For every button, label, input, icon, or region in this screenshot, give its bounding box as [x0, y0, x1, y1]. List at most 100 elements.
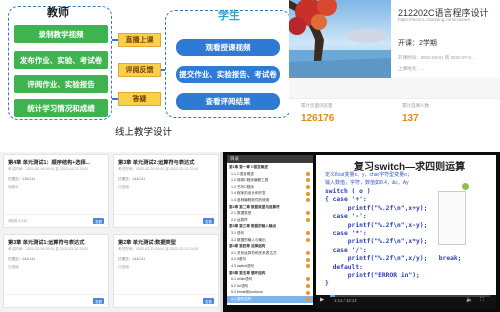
- task-dot-icon: [306, 178, 310, 183]
- view-button[interactable]: 查看: [93, 298, 104, 304]
- code-line: printf("%.2f\n",x/y); break;: [325, 255, 462, 263]
- exam-submitted: 已提交：144/141: [118, 257, 146, 261]
- stat-label-pageviews: 累计页面浏览量: [301, 103, 333, 108]
- exam-card[interactable]: 第4章 单元测试1：顺序结构+选择... 考试时间：2022-05-28 09:…: [3, 154, 109, 228]
- connector: [112, 98, 118, 100]
- task-dot-icon: [306, 191, 310, 196]
- toc-item[interactable]: 4.2 if语句: [227, 256, 313, 263]
- toc-item[interactable]: 5.3 break和continue: [227, 289, 313, 296]
- toc-item[interactable]: 3.2 数据的输入与输出: [227, 237, 313, 244]
- student-title: 学生: [218, 10, 240, 22]
- course-location: 上课地点：...: [398, 66, 425, 71]
- volume-icon[interactable]: 🔈: [466, 297, 473, 303]
- toc-item[interactable]: 第1章 第一章 C语言概述: [227, 164, 313, 171]
- slide-subtitle: 定义float变量x、y，char字符型变量o；: [325, 172, 412, 178]
- task-dot-icon: [306, 250, 310, 255]
- teacher-item-publish: 发布作业、实验、考试卷: [14, 51, 108, 69]
- task-dot-icon: [306, 297, 310, 302]
- toc-title: 目录: [227, 155, 313, 163]
- student-item-watch: 观看授课视频: [176, 39, 280, 56]
- student-group: 学生 观看授课视频 提交作业、实验报告、考试卷 查看评阅结果: [165, 10, 291, 118]
- toc-item[interactable]: 3.1 语句: [227, 230, 313, 237]
- exam-time: 考试时间：2022-03-13 09:00 至 2022-03-13 21:00: [118, 247, 199, 251]
- course-page: 212202C语言程序设计 https://mooc1.chaoxing.com…: [289, 0, 500, 152]
- view-button[interactable]: 查看: [203, 218, 214, 224]
- task-dot-icon: [306, 171, 310, 176]
- task-dot-icon: [306, 283, 310, 288]
- exam-card[interactable]: 第3章 单元测试1:运算符与表达式 考试时间：2022-03-28 09:00 …: [3, 234, 109, 308]
- code-line: }: [325, 280, 329, 288]
- code-line: case '*':: [325, 230, 367, 237]
- video-player: 目录 第1章 第一章 C语言概述 1.1 C语言概述 1.2 使用C程序编程工具 1.…: [223, 152, 500, 312]
- toc-item[interactable]: 1.3 书写C程序: [227, 184, 313, 191]
- toc-item[interactable]: 第3章 第三章 数据的输入输出: [227, 223, 313, 230]
- exam-status: 已批阅: [118, 265, 129, 269]
- toc-item[interactable]: 5.1 while语句: [227, 276, 313, 283]
- stat-label-enrolled: 累计选课人数: [402, 103, 429, 108]
- view-button[interactable]: 查看: [203, 298, 214, 304]
- exam-card[interactable]: 第2章 单元测试:数据类型 考试时间：2022-03-13 09:00 至 20…: [113, 234, 219, 308]
- course-date: 开课时间：2022-03-01 到 2022-07-0...: [398, 55, 475, 60]
- exam-time: 考试时间：2022-03-28 09:00 至 2022-03-20 22:00: [8, 247, 89, 251]
- task-dot-icon: [306, 211, 310, 216]
- exam-title: 第3章 单元测试1:运算符与表达式: [8, 240, 85, 246]
- view-button[interactable]: 查看: [93, 218, 104, 224]
- course-cover-image[interactable]: [289, 0, 391, 78]
- teacher-item-grade: 评阅作业、实验报告: [14, 75, 108, 93]
- teacher-item-record-video: 录制教学视频: [14, 25, 108, 43]
- stat-value-enrolled: 137: [402, 113, 419, 124]
- exam-submitted: 已提交：144/141: [118, 177, 146, 181]
- toc-item[interactable]: 4.2 循环结构: [227, 296, 313, 303]
- toc-item[interactable]: 5.2 for语句: [227, 283, 313, 290]
- play-icon[interactable]: ▶: [320, 297, 324, 303]
- lecture-slide: 复习switch—求四则运算 定义float变量x、y，char字符型变量o； …: [316, 155, 496, 295]
- exam-time: 考试时间：2022-03-20 09:00 至 2022-03-20 22:00: [118, 167, 199, 171]
- time-readout: 1:14 / 42:14: [334, 298, 357, 303]
- toc-item[interactable]: 1.1 C语言概述: [227, 171, 313, 178]
- toc-item[interactable]: 第4章 第四章 选择结构: [227, 243, 313, 250]
- course-semester: 开课：2学期: [398, 40, 437, 47]
- exam-percent: 0批阅 0/135: [8, 219, 28, 223]
- toc-item[interactable]: 第2章 第二章 数据类型与运算符: [227, 204, 313, 211]
- middle-item-qa: 答疑: [118, 92, 161, 106]
- cursor-dot: [462, 183, 469, 190]
- toc-item[interactable]: 第5章 第五章 循环结构: [227, 270, 313, 277]
- slide-thumbnail: [438, 191, 466, 245]
- exam-title: 第3章 单元测试2:运算符与表达式: [118, 160, 195, 166]
- task-dot-icon: [306, 198, 310, 203]
- toc-panel: 目录 第1章 第一章 C语言概述 1.1 C语言概述 1.2 使用C程序编程工具 1.…: [227, 155, 313, 305]
- exam-time: 考试时间：2022-05-28 09:00 至 2022-04-23 22:00: [8, 167, 89, 171]
- task-dot-icon: [306, 184, 310, 189]
- toc-item[interactable]: 2.2 运算符: [227, 217, 313, 224]
- toc-item[interactable]: 2.1 数据类型: [227, 210, 313, 217]
- code-line: { case '+':: [325, 196, 367, 204]
- code-line: case '-':: [325, 213, 367, 221]
- course-link[interactable]: https://mooc1.chaoxing.com/course/...: [398, 17, 474, 22]
- task-dot-icon: [306, 290, 310, 295]
- toc-item[interactable]: 1.2 使用C程序编程工具: [227, 177, 313, 184]
- teacher-group: 教师 录制教学视频 发布作业、实验、考试卷 评阅作业、实验报告 统计学习情况和成…: [8, 6, 112, 120]
- task-dot-icon: [306, 217, 310, 222]
- stat-value-pageviews: 126176: [301, 113, 335, 124]
- toc-item[interactable]: 4.3 switch语句: [227, 263, 313, 270]
- exam-status: 阅卷中: [8, 185, 19, 189]
- exam-card[interactable]: 第3章 单元测试2:运算符与表达式 考试时间：2022-03-20 09:00 …: [113, 154, 219, 228]
- slide-subtitle-2: 输入数值，字符，数值如8.4，&c，Ay: [325, 180, 409, 186]
- code-line: case '/':: [325, 246, 367, 254]
- fullscreen-icon[interactable]: ⛶: [480, 297, 484, 304]
- progress-fill: [330, 295, 335, 297]
- exam-status: 已批阅: [8, 265, 19, 269]
- task-dot-icon: [306, 237, 310, 242]
- toc-item[interactable]: 1.4 程序的设计和开发: [227, 190, 313, 197]
- teacher-title: 教师: [47, 6, 69, 19]
- teacher-item-statistics: 统计学习情况和成绩: [14, 99, 108, 117]
- middle-item-feedback: 评阅反馈: [118, 63, 161, 77]
- task-dot-icon: [306, 231, 310, 236]
- task-dot-icon: [306, 257, 310, 262]
- exam-status: 已批阅: [118, 185, 129, 189]
- toc-item[interactable]: 4.1 关系运算符和关系表达式: [227, 250, 313, 257]
- toc-item[interactable]: 1.5 各种编程软件的使用: [227, 197, 313, 204]
- diagram-caption: 线上教学设计: [115, 127, 173, 138]
- code-line: printf("ERROR in");: [325, 272, 420, 279]
- exam-title: 第4章 单元测试1：顺序结构+选择...: [8, 160, 91, 166]
